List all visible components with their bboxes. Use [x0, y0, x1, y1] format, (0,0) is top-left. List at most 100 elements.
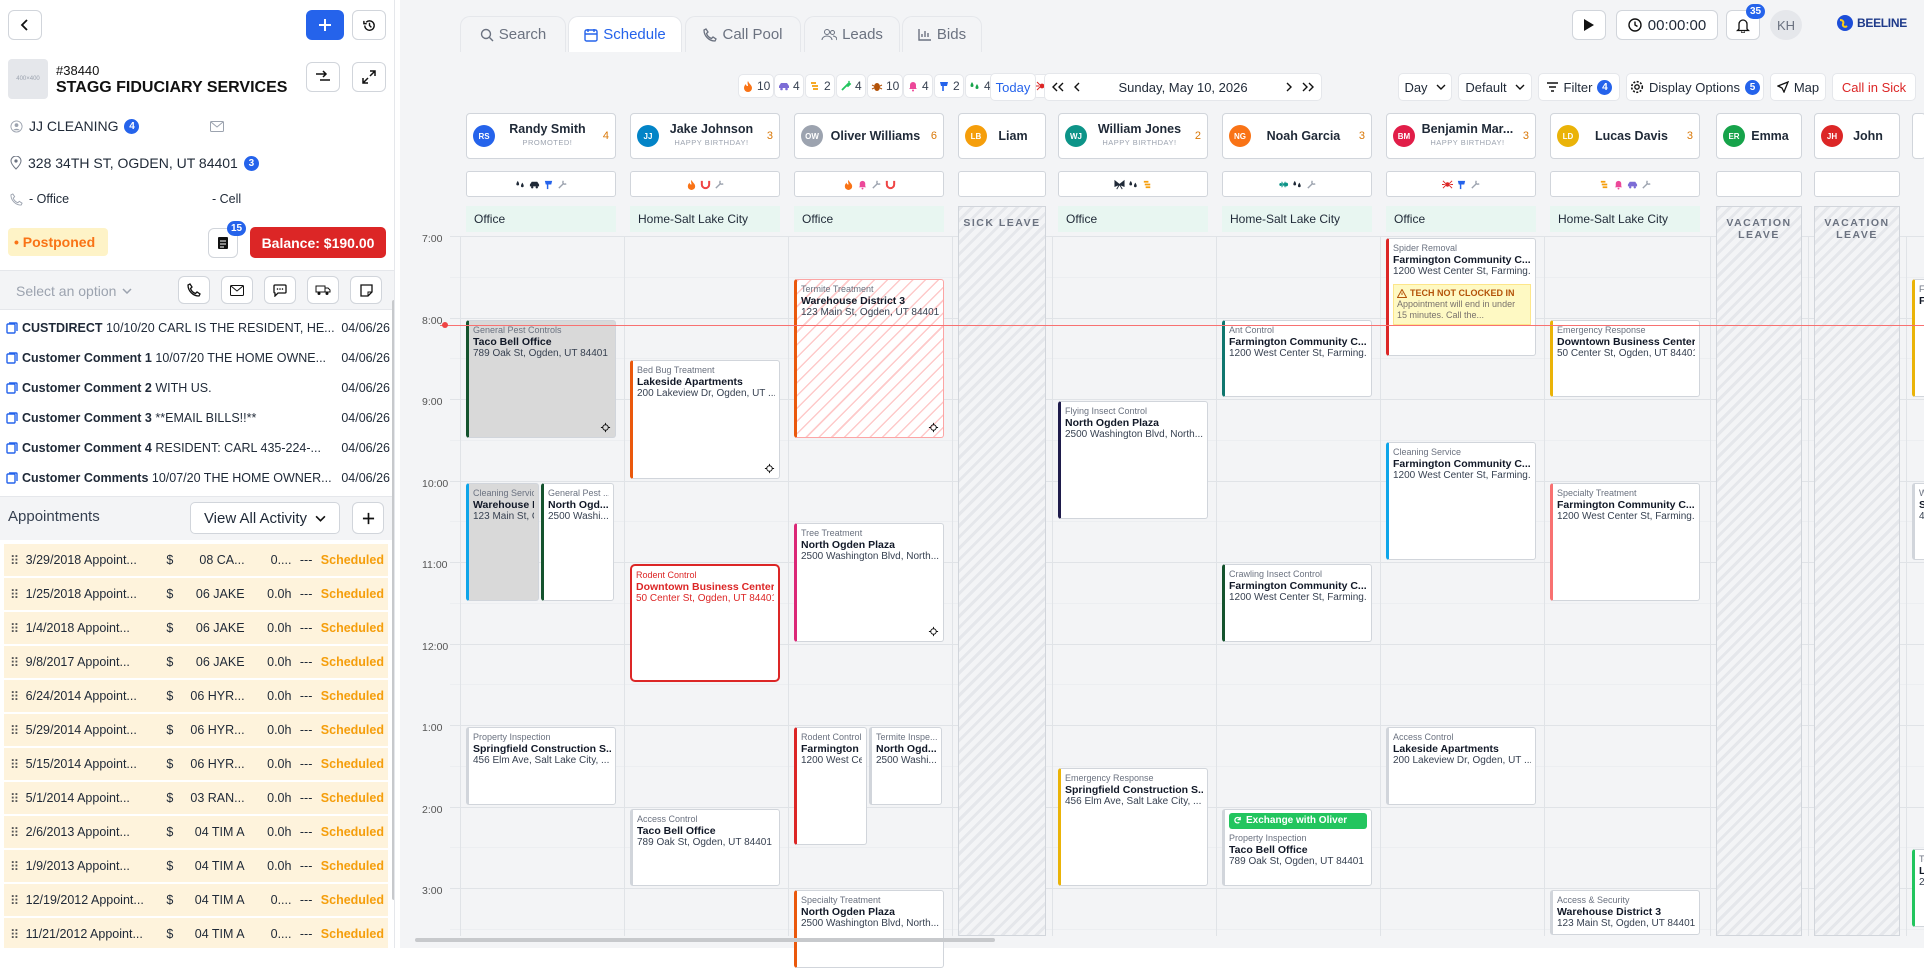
tab-bids[interactable]: Bids	[902, 16, 982, 52]
comment-row[interactable]: Customer Comment 2 WITH US. 04/06/26	[6, 373, 390, 403]
comment-row[interactable]: Customer Comments 10/07/20 THE HOME OWNE…	[6, 463, 390, 493]
transfer-button[interactable]	[306, 62, 340, 92]
appointment-card[interactable]: Tree Treatment North Ogden Plaza 2500 Wash…	[794, 523, 944, 642]
today-button[interactable]: Today	[990, 73, 1036, 101]
tech-header[interactable]: ER Emma	[1716, 113, 1802, 159]
appointment-card[interactable]: Spider Removal Farmington Community C... 1…	[1386, 238, 1536, 357]
appointment-card[interactable]: Exchange with Oliver Property Inspection T…	[1222, 808, 1372, 886]
appointment-row[interactable]: ⠿ 6/24/2014 Appoint... $06 HYR... 0.0h --- Sc…	[4, 680, 388, 712]
appointment-card[interactable]: Rodent Control Downtown Business Center 50…	[630, 564, 780, 683]
appointment-card[interactable]: Cleaning Service Farmington Community C..…	[1386, 441, 1536, 560]
layout-select[interactable]: Default	[1458, 73, 1532, 101]
drag-handle-icon[interactable]: ⠿	[10, 825, 26, 840]
drag-handle-icon[interactable]: ⠿	[10, 689, 26, 704]
filter-button[interactable]: Filter 4	[1538, 73, 1620, 101]
display-options-button[interactable]: Display Options 5	[1626, 73, 1764, 101]
appointment-card[interactable]: General Pest Controls Taco Bell Office 789…	[466, 319, 616, 438]
appointment-row[interactable]: ⠿ 1/4/2018 Appoint... $06 JAKE 0.0h --- Sched…	[4, 612, 388, 644]
view-select[interactable]: Day	[1398, 73, 1452, 101]
tech-header[interactable]: NG Noah Garcia 3	[1222, 113, 1372, 159]
tech-header-partial[interactable]	[1912, 113, 1924, 159]
back-button[interactable]	[8, 10, 42, 40]
comment-row[interactable]: Customer Comment 3 **EMAIL BILLS!!** 04/0…	[6, 403, 390, 433]
mail-icon[interactable]	[210, 121, 224, 132]
appointment-card[interactable]: Specialty Treatment Farmington Community …	[1550, 482, 1700, 601]
appointment-card[interactable]: Ant Control Farmington Community C... 1200…	[1222, 319, 1372, 397]
tech-header[interactable]: JH John	[1814, 113, 1900, 159]
drag-handle-icon[interactable]: ⠿	[10, 791, 26, 806]
tech-header[interactable]: WJ William Jones HAPPY BIRTHDAY! 2	[1058, 113, 1208, 159]
sms-button[interactable]	[264, 276, 296, 304]
appointment-row[interactable]: ⠿ 3/29/2018 Appoint... $08 CA... 0.... --- Sc…	[4, 544, 388, 576]
appointment-card[interactable]: Specialty Treatment North Ogden Plaza 2500…	[794, 890, 944, 968]
appointment-card[interactable]: Bed Bug Treatment Lakeside Apartments 200 …	[630, 360, 780, 479]
call-in-sick-button[interactable]: Call in Sick	[1832, 73, 1916, 101]
status-badge[interactable]: • Postponed	[8, 228, 108, 256]
drag-handle-icon[interactable]: ⠿	[10, 893, 26, 908]
appointment-card[interactable]: Crawling Insect Control Farmington Commun…	[1222, 564, 1372, 642]
appointment-card[interactable]: Fu...Fa...	[1912, 278, 1924, 397]
tab-leads[interactable]: Leads	[804, 16, 900, 52]
appointment-card[interactable]: Wa...Sp...456...	[1912, 482, 1924, 560]
appointment-card[interactable]: Access Control Taco Bell Office 789 Oak St…	[630, 808, 780, 886]
chevron-right-icon[interactable]	[1285, 82, 1293, 92]
email-button[interactable]	[221, 276, 253, 304]
timer-button[interactable]: 00:00:00	[1616, 10, 1718, 40]
drag-handle-icon[interactable]: ⠿	[10, 859, 26, 874]
left-scrollbar[interactable]	[392, 300, 394, 900]
service-chip[interactable]: 10	[867, 74, 904, 98]
balance-button[interactable]: Balance: $190.00	[250, 227, 386, 258]
comment-row[interactable]: Customer Comment 4 RESIDENT: CARL 435-22…	[6, 433, 390, 463]
tech-header[interactable]: JJ Jake Johnson HAPPY BIRTHDAY! 3	[630, 113, 780, 159]
service-chip[interactable]: 4	[774, 74, 804, 98]
appointment-row[interactable]: ⠿ 5/15/2014 Appoint... $06 HYR... 0.0h --- Sc…	[4, 748, 388, 780]
appointment-row[interactable]: ⠿ 9/8/2017 Appoint... $06 JAKE 0.0h --- Sched…	[4, 646, 388, 678]
comment-row[interactable]: Customer Comment 1 10/07/20 THE HOME OWN…	[6, 343, 390, 373]
service-chip[interactable]: 4	[903, 74, 933, 98]
user-avatar[interactable]: KH	[1770, 10, 1802, 40]
comment-row[interactable]: CUSTDIRECT 10/10/20 CARL IS THE RESIDENT…	[6, 313, 390, 343]
appointment-card[interactable]: Access Control Lakeside Apartments 200 Lak…	[1386, 727, 1536, 805]
appointment-card[interactable]: Flying Insect Control North Ogden Plaza 25…	[1058, 401, 1208, 520]
drag-handle-icon[interactable]: ⠿	[10, 723, 26, 738]
tech-header[interactable]: RS Randy Smith PROMOTED! 4	[466, 113, 616, 159]
service-chip[interactable]: 10	[738, 74, 775, 98]
appointment-row[interactable]: ⠿ 1/9/2013 Appoint... $04 TIM A 0.0h --- Sche…	[4, 850, 388, 882]
appointment-row[interactable]: ⠿ 5/29/2014 Appoint... $06 HYR... 0.0h --- Sc…	[4, 714, 388, 746]
company-row[interactable]: JJ CLEANING 4	[10, 118, 140, 134]
appointment-card[interactable]: Property Inspection Springfield Construct…	[466, 727, 616, 805]
drag-handle-icon[interactable]: ⠿	[10, 587, 26, 602]
history-button[interactable]	[352, 10, 386, 40]
map-button[interactable]: Map	[1770, 73, 1826, 101]
tab-search[interactable]: Search	[460, 16, 566, 52]
call-button[interactable]	[178, 276, 210, 304]
current-date[interactable]: Sunday, May 10, 2026	[1118, 80, 1247, 95]
action-select[interactable]: Select an option	[16, 280, 156, 302]
add-appointment-button[interactable]	[352, 502, 384, 534]
activity-filter[interactable]: View All Activity	[190, 502, 340, 534]
exchange-badge[interactable]: Exchange with Oliver	[1229, 812, 1367, 829]
double-chevron-left-icon[interactable]	[1051, 82, 1065, 92]
tab-schedule[interactable]: Schedule	[568, 16, 682, 52]
drag-handle-icon[interactable]: ⠿	[10, 553, 26, 568]
note-button[interactable]	[350, 276, 382, 304]
tech-header[interactable]: BM Benjamin Mar... HAPPY BIRTHDAY! 3	[1386, 113, 1536, 159]
service-chip[interactable]: 2	[805, 74, 835, 98]
appointment-card[interactable]: Emergency Response Downtown Business Cent…	[1550, 319, 1700, 397]
appointment-card[interactable]: Rodent ControlFarmington Co...1200 West …	[794, 727, 867, 846]
tech-header[interactable]: LD Lucas Davis 3	[1550, 113, 1700, 159]
appointment-row[interactable]: ⠿ 12/19/2012 Appoint... $04 TIM A 0.... --- S…	[4, 884, 388, 916]
appointment-card[interactable]: Ter...Lak...200...	[1912, 849, 1924, 927]
service-chip[interactable]: 2	[934, 74, 964, 98]
drag-handle-icon[interactable]: ⠿	[10, 927, 26, 942]
appointment-row[interactable]: ⠿ 1/25/2018 Appoint... $06 JAKE 0.0h --- Sche…	[4, 578, 388, 610]
appointment-row[interactable]: ⠿ 2/6/2013 Appoint... $04 TIM A 0.0h --- Sche…	[4, 816, 388, 848]
drag-handle-icon[interactable]: ⠿	[10, 655, 26, 670]
drag-handle-icon[interactable]: ⠿	[10, 757, 26, 772]
play-button[interactable]	[1572, 10, 1606, 40]
appointment-card[interactable]: Access & Security Warehouse District 3 123…	[1550, 890, 1700, 935]
appointment-card[interactable]: Termite Inspe... North Ogd... 2500 Washi..…	[869, 727, 942, 805]
drag-handle-icon[interactable]: ⠿	[10, 621, 26, 636]
tech-header[interactable]: LB Liam	[958, 113, 1046, 159]
double-chevron-right-icon[interactable]	[1301, 82, 1315, 92]
